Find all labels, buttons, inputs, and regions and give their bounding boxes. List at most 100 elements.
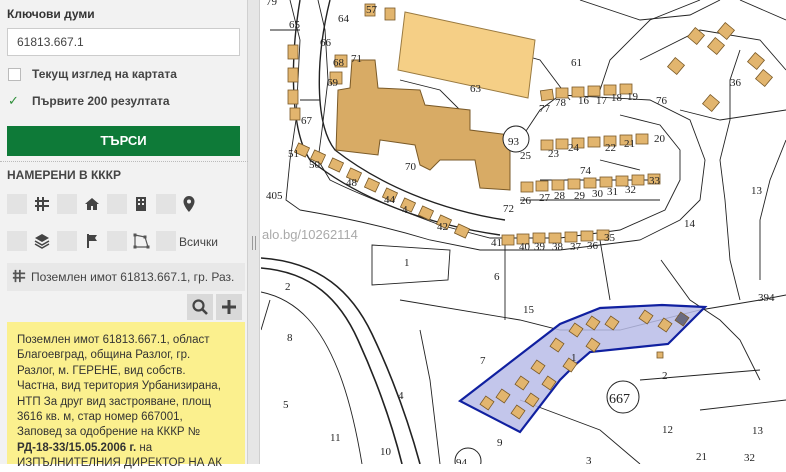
svg-text:4: 4 xyxy=(402,204,408,216)
svg-text:65: 65 xyxy=(289,19,301,31)
info-line: Благоевград, община Разлог, гр. xyxy=(17,349,191,362)
svg-text:24: 24 xyxy=(568,142,580,154)
building-icon[interactable] xyxy=(131,194,151,214)
polygon-icon[interactable] xyxy=(131,231,151,251)
svg-text:7: 7 xyxy=(480,355,486,367)
map-watermark: alo.bg/10262114 xyxy=(262,227,358,242)
layers-icon[interactable] xyxy=(32,231,52,251)
home-icon[interactable] xyxy=(82,194,102,214)
svg-text:63: 63 xyxy=(470,83,482,95)
svg-text:29: 29 xyxy=(574,190,586,202)
svg-text:20: 20 xyxy=(654,133,666,145)
filter-empty-7[interactable] xyxy=(107,231,127,251)
cadastral-map[interactable]: 79 65 64 57 66 71 68 69 63 61 93 70 67 77 78 16 17 18 19 7… xyxy=(261,0,786,464)
svg-text:77: 77 xyxy=(539,103,551,115)
svg-text:39: 39 xyxy=(534,241,546,253)
info-line: Разлог, м. ГЕРЕНЕ, вид собств. xyxy=(17,364,186,377)
grid-icon[interactable] xyxy=(32,194,52,214)
current-view-label: Текущ изглед на картата xyxy=(32,67,177,81)
svg-text:4: 4 xyxy=(398,390,404,402)
svg-text:21: 21 xyxy=(624,138,635,150)
filter-empty-2[interactable] xyxy=(57,194,77,214)
svg-text:57: 57 xyxy=(366,4,378,16)
svg-text:8: 8 xyxy=(287,332,293,344)
svg-text:30: 30 xyxy=(592,188,604,200)
svg-text:22: 22 xyxy=(605,142,616,154)
keywords-label: Ключови думи xyxy=(7,7,95,21)
svg-text:667: 667 xyxy=(609,392,630,407)
filter-empty-3[interactable] xyxy=(107,194,127,214)
svg-text:42: 42 xyxy=(437,221,448,233)
svg-text:25: 25 xyxy=(520,150,532,162)
svg-text:17: 17 xyxy=(596,95,608,107)
svg-text:64: 64 xyxy=(338,13,350,25)
flag-icon[interactable] xyxy=(82,231,102,251)
svg-text:51: 51 xyxy=(288,148,299,160)
svg-text:21: 21 xyxy=(696,451,707,463)
divider xyxy=(0,161,248,162)
svg-text:35: 35 xyxy=(604,232,616,244)
info-line: РД-18-33/15.05.2006 г. на xyxy=(17,441,235,456)
svg-text:11: 11 xyxy=(330,432,341,444)
svg-text:12: 12 xyxy=(662,424,673,436)
svg-text:93: 93 xyxy=(508,136,520,148)
svg-text:61: 61 xyxy=(571,57,582,69)
svg-text:5: 5 xyxy=(283,399,289,411)
svg-text:32: 32 xyxy=(744,452,755,464)
svg-text:27: 27 xyxy=(539,192,551,204)
info-text: на xyxy=(136,441,153,454)
svg-text:70: 70 xyxy=(405,161,417,173)
info-line: Частна, вид територия Урбанизирана, xyxy=(17,380,221,393)
svg-text:36: 36 xyxy=(730,77,742,89)
svg-text:74: 74 xyxy=(580,165,592,177)
svg-text:3: 3 xyxy=(586,455,592,464)
svg-text:10: 10 xyxy=(380,446,392,458)
svg-text:69: 69 xyxy=(327,77,339,89)
add-button[interactable] xyxy=(216,294,242,320)
filter-empty-1[interactable] xyxy=(7,194,27,214)
svg-text:50: 50 xyxy=(309,159,321,171)
search-button[interactable]: ТЪРСИ xyxy=(7,126,240,156)
info-line: Заповед за одобрение на КККР № xyxy=(17,426,201,439)
svg-text:78: 78 xyxy=(555,97,567,109)
svg-text:41: 41 xyxy=(491,237,502,249)
filter-empty-5[interactable] xyxy=(7,231,27,251)
svg-text:71: 71 xyxy=(351,53,362,65)
parcel-info-box: Поземлен имот 61813.667.1, област Благое… xyxy=(7,322,245,469)
all-label: Всички xyxy=(179,235,218,249)
svg-text:44: 44 xyxy=(384,194,396,206)
current-view-checkbox[interactable] xyxy=(8,68,21,81)
svg-text:18: 18 xyxy=(611,92,623,104)
svg-text:37: 37 xyxy=(570,241,582,253)
result-item[interactable]: Поземлен имот 61813.667.1, гр. Раз. xyxy=(7,263,245,291)
svg-text:76: 76 xyxy=(656,95,668,107)
found-in-label: НАМЕРЕНИ В КККР xyxy=(7,168,121,182)
map-pin-icon[interactable] xyxy=(179,194,199,214)
map-canvas[interactable]: 7965 645766716869 6361937067 77 78 16 17 18 19 7… xyxy=(261,0,786,464)
svg-text:72: 72 xyxy=(503,203,514,215)
svg-text:23: 23 xyxy=(548,148,560,160)
first-200-checkbox[interactable]: ✓ xyxy=(8,94,21,107)
svg-text:9: 9 xyxy=(497,437,503,449)
filter-all-checkbox[interactable] xyxy=(156,231,176,251)
svg-text:19: 19 xyxy=(627,91,639,103)
svg-text:68: 68 xyxy=(333,57,345,69)
first-200-label: Първите 200 резултата xyxy=(32,94,170,108)
parcel-grid-icon xyxy=(12,269,26,288)
zoom-to-button[interactable] xyxy=(187,294,213,320)
panel-splitter[interactable] xyxy=(248,0,260,464)
svg-text:40: 40 xyxy=(519,241,531,253)
filter-empty-4[interactable] xyxy=(156,194,176,214)
svg-text:66: 66 xyxy=(320,37,332,49)
filter-empty-6[interactable] xyxy=(57,231,77,251)
svg-text:6: 6 xyxy=(494,271,500,283)
svg-text:94: 94 xyxy=(456,457,468,464)
svg-text:15: 15 xyxy=(523,304,535,316)
search-input[interactable] xyxy=(7,28,240,56)
svg-text:26: 26 xyxy=(520,195,532,207)
svg-text:33: 33 xyxy=(649,175,661,187)
svg-text:2: 2 xyxy=(662,370,668,382)
svg-text:28: 28 xyxy=(554,190,566,202)
splitter-grip[interactable] xyxy=(252,236,256,250)
svg-text:405: 405 xyxy=(266,190,283,202)
